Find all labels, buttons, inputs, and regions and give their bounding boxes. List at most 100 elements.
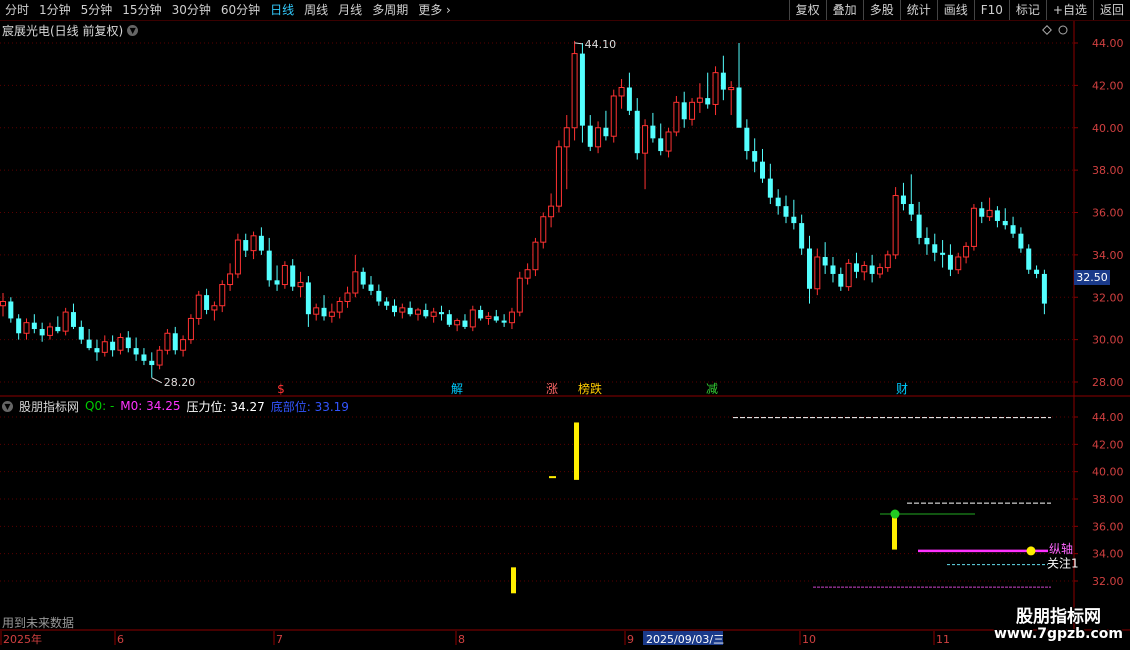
candle-body <box>869 265 875 274</box>
candle-body <box>579 53 585 126</box>
candle-body <box>156 349 163 366</box>
candle-body <box>195 294 202 319</box>
candle-body <box>555 146 562 207</box>
xaxis-label: 9 <box>627 633 634 646</box>
candle-body <box>892 195 899 256</box>
ind-y-tick-label: 34.00 <box>1092 548 1124 561</box>
xaxis-label: 8 <box>458 633 465 646</box>
candle-body <box>970 207 977 247</box>
candle-body <box>313 307 320 315</box>
candle-body <box>62 311 69 332</box>
candle-body <box>1026 248 1032 270</box>
candle-body <box>39 329 45 336</box>
candle-body <box>626 87 632 111</box>
toolbar-action-6[interactable]: 标记 <box>1008 0 1046 20</box>
candle-body <box>149 360 155 366</box>
period-tab-10[interactable]: 更多 › <box>413 0 456 20</box>
candle-body <box>141 354 147 361</box>
candle-body <box>321 307 327 317</box>
toolbar-action-2[interactable]: 多股 <box>862 0 900 20</box>
candle-body <box>705 98 711 105</box>
ind-y-tick-label: 38.00 <box>1092 493 1124 506</box>
candle-body <box>297 281 304 288</box>
logo-text: 股朋指标网 <box>1016 607 1101 627</box>
candle-body <box>720 72 726 90</box>
toolbar-action-8[interactable]: 返回 <box>1092 0 1130 20</box>
ind-y-tick-label: 44.00 <box>1092 411 1124 424</box>
candle-body <box>485 315 492 319</box>
candle-body <box>650 125 656 139</box>
event-marker[interactable]: 解 <box>451 382 463 396</box>
candle-body <box>1002 220 1008 226</box>
stock-chart[interactable]: 44.00 42.00 40.00 38.00 36.00 34.00 32.00 30.00… <box>0 21 1130 650</box>
candle-body <box>571 53 578 129</box>
candle-body <box>712 72 719 105</box>
event-marker[interactable]: 减 <box>706 382 718 396</box>
chevron-down-icon[interactable]: ▼ <box>127 24 139 36</box>
ind-y-tick-label: 32.00 <box>1092 575 1124 588</box>
period-tab-1[interactable]: 1分钟 <box>34 0 76 20</box>
period-tab-6[interactable]: 日线 <box>265 0 299 20</box>
candle-body <box>16 318 22 334</box>
toolbar-action-0[interactable]: 复权 <box>788 0 826 20</box>
candle-body <box>524 269 531 279</box>
candle-body <box>204 295 210 310</box>
candle-body <box>8 301 14 319</box>
candle-body <box>610 95 617 137</box>
candle-body <box>673 101 680 133</box>
candle-body <box>117 337 124 351</box>
diamond-icon <box>1042 25 1052 35</box>
pressure-value: 压力位: 34.27 <box>186 399 265 414</box>
indicator-name[interactable]: 股朋指标网 <box>19 398 79 415</box>
green-dot <box>890 509 900 519</box>
candle-body <box>932 244 938 253</box>
candle-body <box>78 326 84 340</box>
future-data-note: 用到未来数据 <box>2 615 74 630</box>
candle-body <box>532 241 539 271</box>
period-tab-7[interactable]: 周线 <box>299 0 333 20</box>
candle-body <box>101 341 108 353</box>
candle-body <box>360 271 366 285</box>
candle-body <box>1034 269 1040 274</box>
event-marker[interactable]: 榜跌 <box>578 381 602 396</box>
event-marker[interactable]: $ <box>277 382 285 396</box>
candle-body <box>963 245 970 258</box>
candle-body <box>814 256 821 290</box>
period-tab-0[interactable]: 分时 <box>0 0 34 20</box>
toolbar-action-3[interactable]: 统计 <box>899 0 937 20</box>
period-tab-4[interactable]: 30分钟 <box>167 0 216 20</box>
toolbar-action-7[interactable]: +自选 <box>1045 0 1093 20</box>
candle-body <box>563 127 570 148</box>
candle-body <box>352 271 359 294</box>
candle-body <box>767 178 773 198</box>
period-tab-5[interactable]: 60分钟 <box>216 0 265 20</box>
candle-body <box>994 210 1000 221</box>
candle-body <box>493 316 499 321</box>
toolbar-action-5[interactable]: F10 <box>973 0 1009 20</box>
bottom-value: 底部位: 33.19 <box>270 399 349 414</box>
candle-body <box>414 309 421 315</box>
candle-body <box>1010 225 1016 234</box>
candle-body <box>55 326 61 332</box>
period-tab-3[interactable]: 15分钟 <box>117 0 166 20</box>
chevron-down-icon[interactable]: ▼ <box>2 400 13 412</box>
toolbar-action-4[interactable]: 画线 <box>936 0 974 20</box>
candle-body <box>501 320 507 323</box>
q0-value: Q0: - <box>85 399 115 413</box>
candle-body <box>305 282 311 315</box>
candle-body <box>744 127 750 152</box>
event-marker[interactable]: 涨 <box>546 381 558 396</box>
candle-body <box>110 341 116 351</box>
candle-body <box>290 265 296 287</box>
main-y-tick-label: 30.00 <box>1092 334 1124 347</box>
period-tab-8[interactable]: 月线 <box>333 0 367 20</box>
candle-body <box>336 300 343 313</box>
candle-body <box>540 216 547 243</box>
candle-body <box>478 309 484 319</box>
event-marker[interactable]: 财 <box>896 382 908 396</box>
candle-body <box>1018 233 1024 249</box>
period-tab-9[interactable]: 多周期 <box>367 0 413 20</box>
candle-body <box>211 305 218 311</box>
period-tab-2[interactable]: 5分钟 <box>76 0 118 20</box>
toolbar-action-1[interactable]: 叠加 <box>825 0 863 20</box>
